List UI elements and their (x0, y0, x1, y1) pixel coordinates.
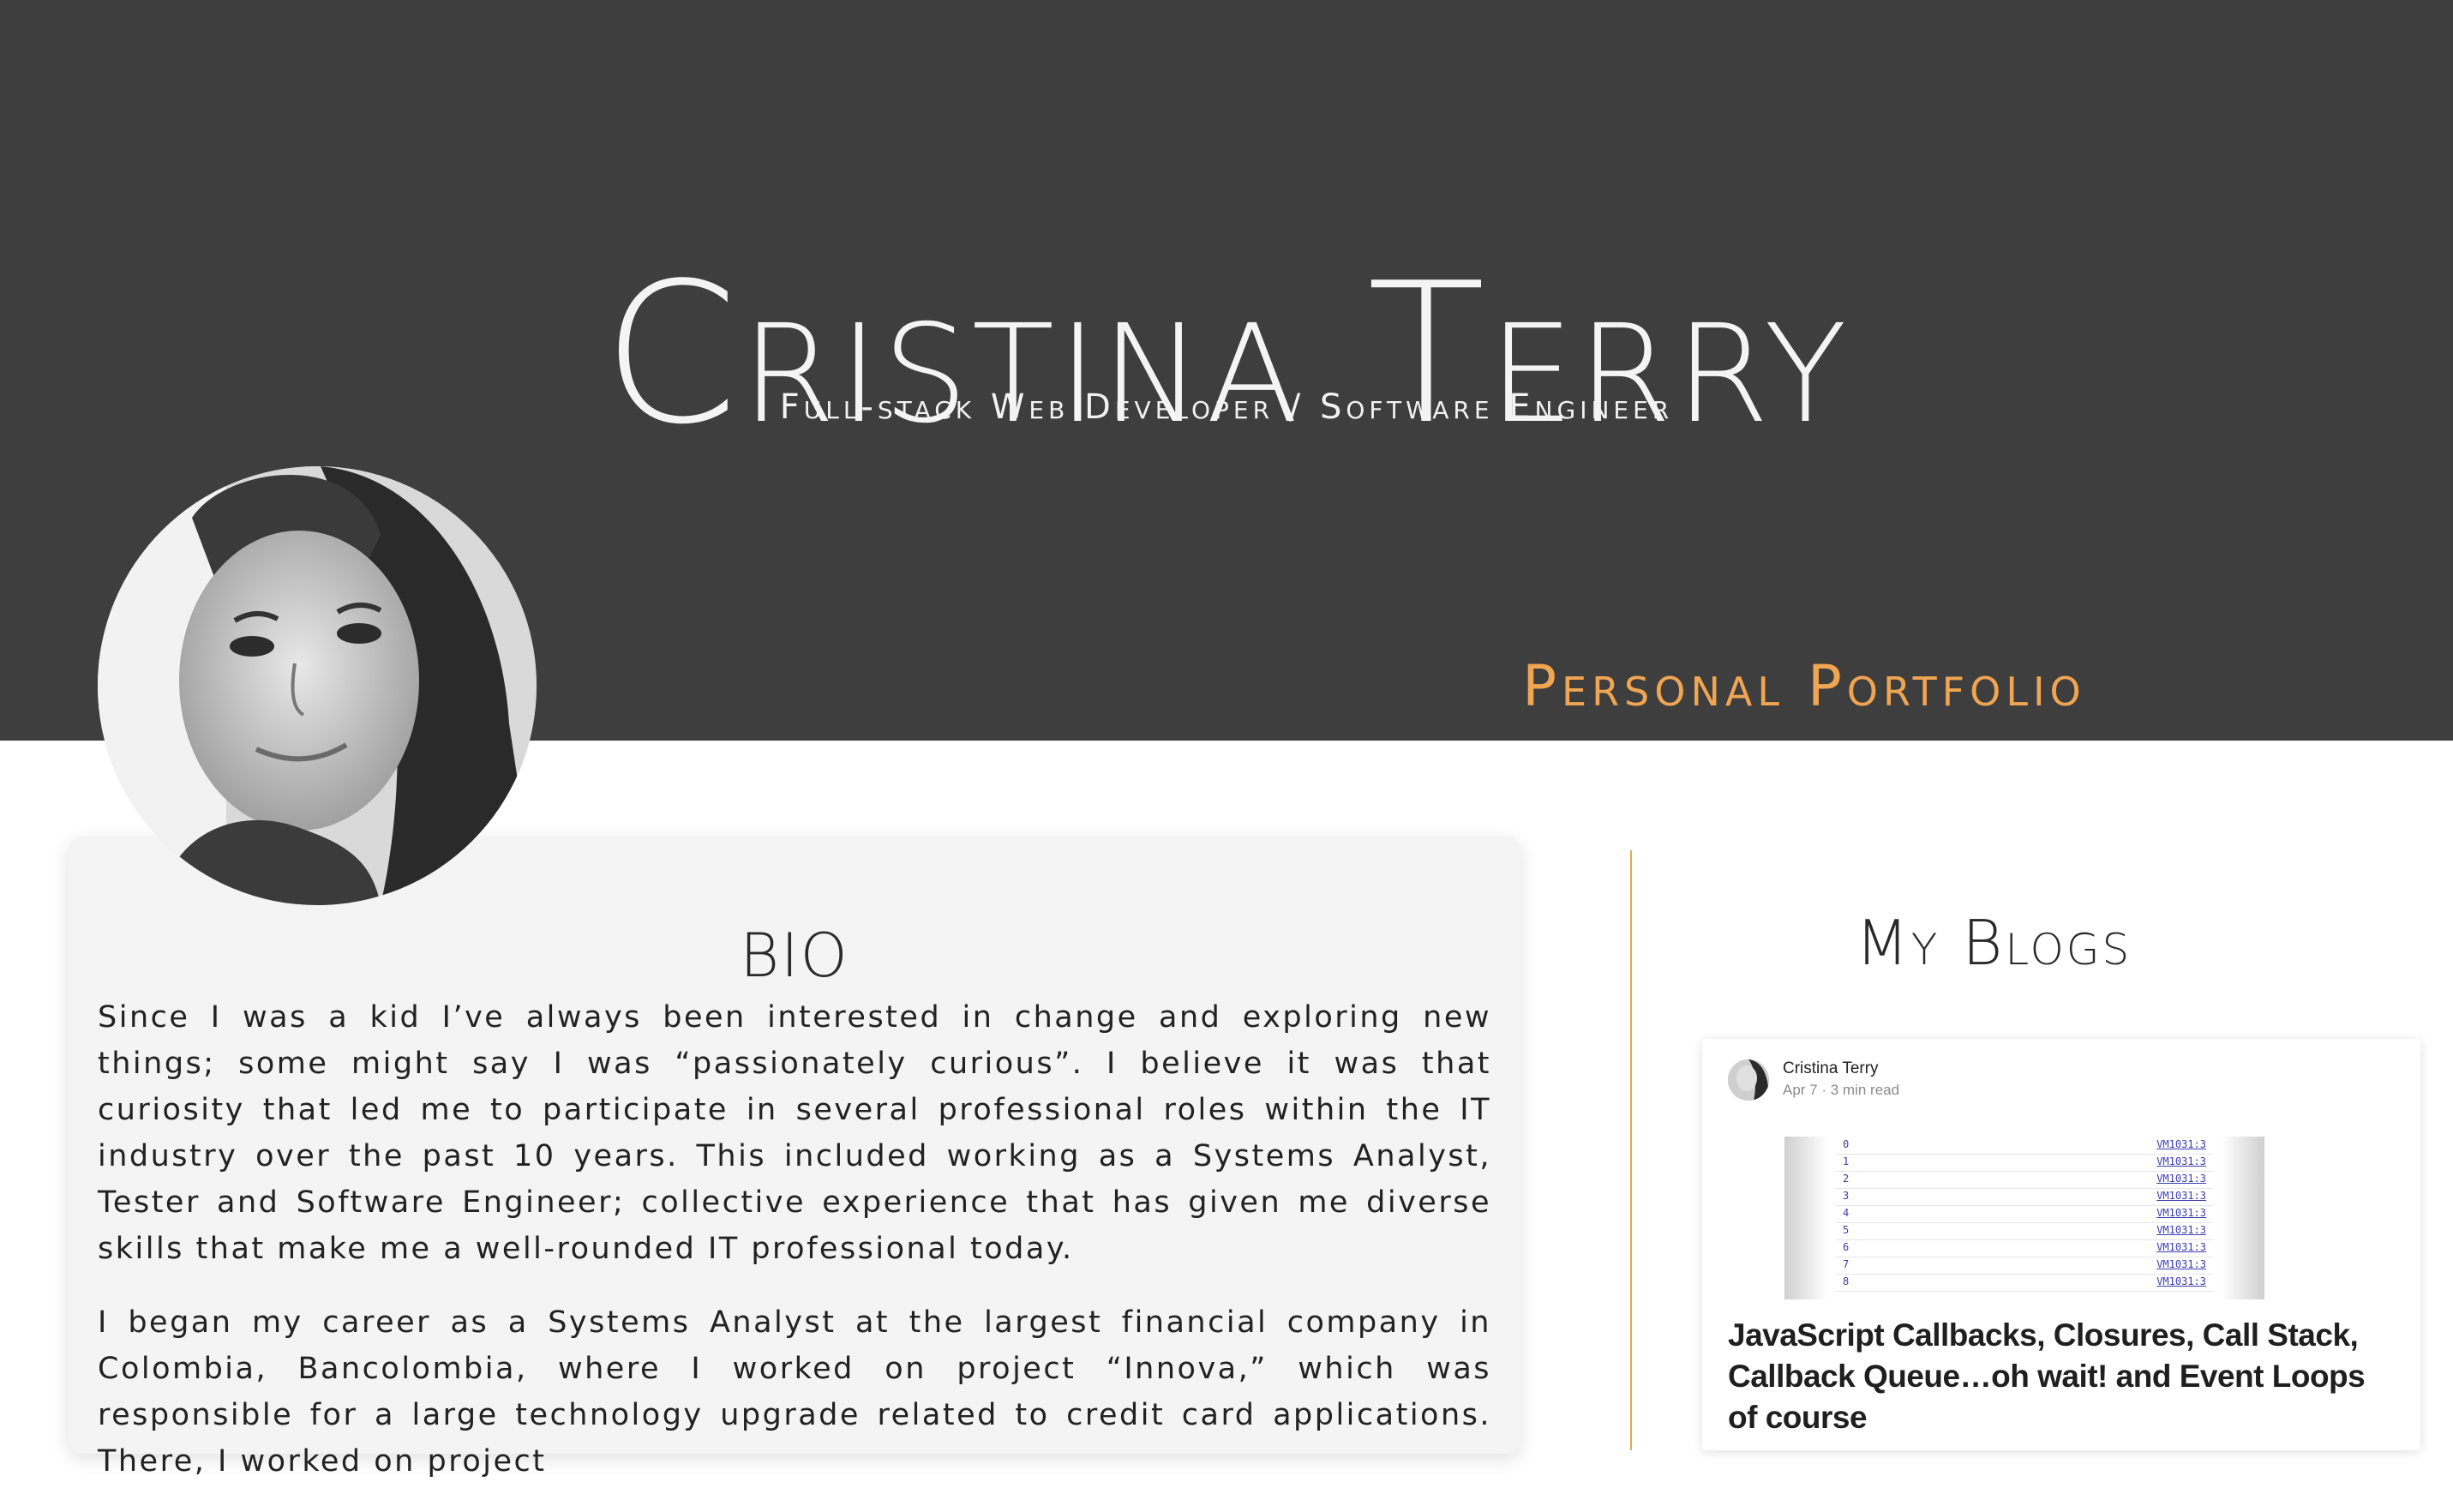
portfolio-label: Personal Portfolio (1522, 653, 2086, 719)
console-row-index: 7 (1843, 1258, 1850, 1270)
console-row: 4 VM1031:3 (1836, 1205, 2213, 1223)
section-divider (1630, 850, 1632, 1450)
site-subtitle: Full-stack Web Developer / Software Engi… (779, 387, 1674, 427)
console-row-source: VM1031:3 (2156, 1241, 2206, 1253)
console-row: 0 VM1031:3 (1836, 1137, 2213, 1155)
console-row: 7 VM1031:3 (1836, 1257, 2213, 1275)
console-row-index: 0 (1843, 1138, 1850, 1150)
console-row-source: VM1031:3 (2156, 1155, 2206, 1167)
profile-photo-image (98, 466, 537, 905)
bio-section: BIO Since I was a kid I’ve always been i… (69, 837, 1520, 1479)
console-row: 5 VM1031:3 (1836, 1222, 2213, 1240)
blogs-title: My Blogs (1855, 906, 2132, 979)
console-row-source: VM1031:3 (2156, 1275, 2206, 1287)
blog-author-avatar (1728, 1059, 1769, 1101)
console-row-index: 5 (1843, 1224, 1850, 1236)
console-row-index: 6 (1843, 1241, 1850, 1253)
console-row: 3 VM1031:3 (1836, 1188, 2213, 1206)
console-row-index: 2 (1843, 1173, 1850, 1185)
blog-title-link[interactable]: JavaScript Callbacks, Closures, Call Sta… (1728, 1315, 2396, 1438)
console-row-index: 8 (1843, 1275, 1850, 1287)
thumbnail-shadow-left (1784, 1137, 1827, 1299)
bio-title: BIO (740, 921, 849, 992)
console-row-source: VM1031:3 (2156, 1173, 2206, 1185)
blog-author[interactable]: Cristina Terry (1783, 1059, 1879, 1078)
bio-text: Since I was a kid I’ve always been inter… (98, 994, 1491, 1512)
blog-card[interactable]: Cristina Terry Apr 7 · 3 min read 0 VM10… (1702, 1039, 2420, 1450)
console-row-index: 1 (1843, 1155, 1850, 1167)
bio-paragraph: I began my career as a Systems Analyst a… (98, 1305, 1491, 1479)
console-row: 1 VM1031:3 (1836, 1154, 2213, 1172)
bio-paragraph: Since I was a kid I’ve always been inter… (98, 1000, 1491, 1266)
console-row-source: VM1031:3 (2156, 1190, 2206, 1202)
console-row-index: 3 (1843, 1190, 1850, 1202)
thumbnail-shadow-right (2222, 1137, 2264, 1299)
console-row: 2 VM1031:3 (1836, 1171, 2213, 1189)
console-row-source: VM1031:3 (2156, 1138, 2206, 1150)
blog-meta: Apr 7 · 3 min read (1783, 1082, 1900, 1098)
console-row: 8 VM1031:3 (1836, 1274, 2213, 1292)
console-row: 6 VM1031:3 (1836, 1239, 2213, 1257)
blog-thumbnail[interactable]: 0 VM1031:3 1 VM1031:3 2 VM1031:3 3 VM103… (1784, 1137, 2264, 1299)
console-row-index: 4 (1843, 1207, 1850, 1219)
console-row-source: VM1031:3 (2156, 1258, 2206, 1270)
console-row-source: VM1031:3 (2156, 1207, 2206, 1219)
avatar-icon (1728, 1059, 1769, 1101)
profile-photo (98, 466, 537, 905)
console-row-source: VM1031:3 (2156, 1224, 2206, 1236)
